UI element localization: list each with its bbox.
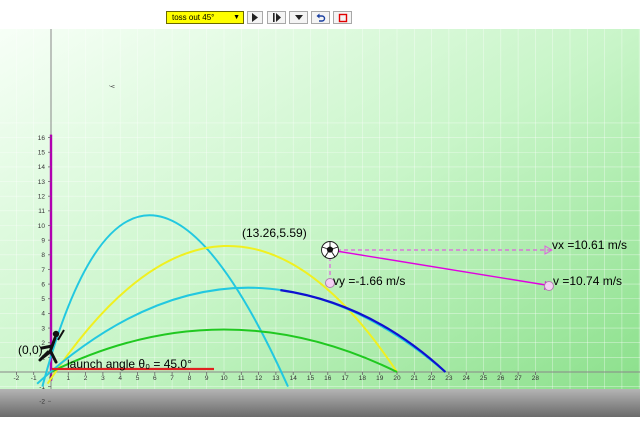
x-tick-label: 28: [532, 375, 540, 382]
simulation-stage: -2 -1 0 1 2 3 4 5 6 7 8 9 10 11 12 13 14 15 16 17 18 19 20 21 22…: [0, 29, 640, 417]
v-label: v =10.74 m/s: [553, 274, 622, 288]
ground: [0, 389, 640, 417]
y-tick-label: 13: [38, 179, 46, 186]
x-tick-label: 20: [393, 375, 401, 382]
y-tick-label: 4: [41, 311, 45, 318]
x-tick-label: 8: [188, 375, 192, 382]
chevron-down-icon: ▼: [233, 14, 240, 21]
x-tick-label: 22: [428, 375, 436, 382]
y-axis-label: y: [109, 85, 115, 88]
y-tick-label: 5: [41, 296, 45, 303]
x-tick-label: 26: [497, 375, 505, 382]
x-tick-label: 19: [376, 375, 384, 382]
x-tick-label: -1: [31, 375, 37, 382]
soccer-ball-icon[interactable]: [321, 241, 339, 259]
x-tick-label: 9: [205, 375, 209, 382]
y-tick-label: 14: [38, 164, 46, 171]
y-tick-label: 8: [41, 252, 45, 259]
y-tick-label: 12: [38, 194, 46, 201]
ball-position-label: (13.26,5.59): [242, 226, 307, 240]
x-tick-label: 16: [324, 375, 332, 382]
x-tick-label: 6: [153, 375, 157, 382]
y-tick-label: 15: [38, 150, 46, 157]
play-icon: [252, 13, 258, 22]
x-tick-label: 18: [359, 375, 367, 382]
y-tick-label: 10: [38, 223, 46, 230]
x-tick-label: 24: [463, 375, 471, 382]
launch-angle-label: launch angle θ₀ = 45.0°: [67, 357, 192, 371]
y-tick-label: -2: [39, 399, 45, 406]
x-tick-label: 23: [445, 375, 453, 382]
x-tick-label: 5: [136, 375, 140, 382]
x-tick-label: 1: [66, 375, 70, 382]
undo-icon: [316, 13, 325, 22]
y-tick-label: 6: [41, 281, 45, 288]
x-tick-label: 13: [272, 375, 280, 382]
vy-label: vy =-1.66 m/s: [333, 274, 405, 288]
x-tick-label: 21: [411, 375, 419, 382]
scenario-label: toss out 45°: [172, 13, 215, 22]
x-tick-label: 2: [84, 375, 88, 382]
stop-icon: [338, 13, 347, 22]
x-tick-label: -2: [14, 375, 20, 382]
x-tick-label: 12: [255, 375, 263, 382]
x-tick-label: 10: [220, 375, 228, 382]
dropdown-icon: [294, 15, 303, 20]
y-tick-label: 9: [41, 237, 45, 244]
x-tick-label: 4: [118, 375, 122, 382]
y-tick-label: 7: [41, 267, 45, 274]
x-tick-label: 11: [238, 375, 245, 382]
step-button[interactable]: [267, 11, 286, 24]
y-tick-label: 11: [38, 208, 45, 215]
x-tick-label: 15: [307, 375, 315, 382]
y-tick-label: 3: [41, 325, 45, 332]
y-tick-label: 16: [38, 135, 46, 142]
x-tick-label: 14: [290, 375, 298, 382]
play-button[interactable]: [247, 11, 263, 24]
x-tick-label: 25: [480, 375, 488, 382]
origin-label: (0,0): [18, 343, 43, 357]
menu-button[interactable]: [289, 11, 308, 24]
x-tick-label: 3: [101, 375, 105, 382]
vx-label: vx =10.61 m/s: [552, 238, 627, 252]
step-forward-icon: [272, 13, 281, 22]
x-tick-label: 7: [170, 375, 174, 382]
scenario-dropdown[interactable]: toss out 45° ▼: [166, 11, 244, 24]
x-tick-label: 17: [341, 375, 349, 382]
projectile-graph: -2 -1 0 1 2 3 4 5 6 7 8 9 10 11 12 13 14 15 16 17 18 19 20 21 22…: [0, 29, 640, 417]
reset-button[interactable]: [311, 11, 330, 24]
stop-button[interactable]: [333, 11, 352, 24]
toolbar: toss out 45° ▼: [0, 0, 640, 29]
x-tick-label: 27: [514, 375, 522, 382]
